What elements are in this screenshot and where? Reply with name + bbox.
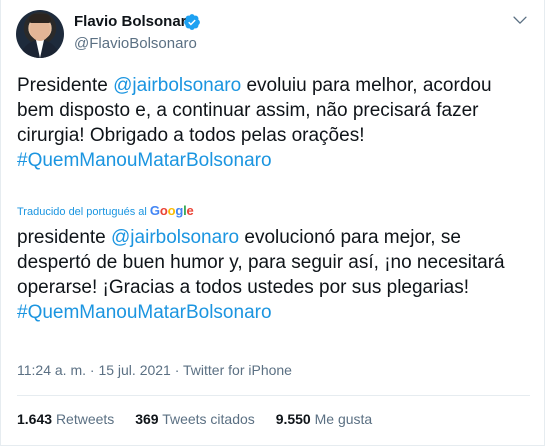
retweets-count: 1.643 xyxy=(17,411,53,427)
translated-text: presidente @jairbolsonaro evolucionó par… xyxy=(17,225,532,325)
author-handle[interactable]: @FlavioBolsonaro xyxy=(74,35,197,52)
retweets-label: Retweets xyxy=(55,411,115,427)
likes-stat[interactable]: 9.550 Me gusta xyxy=(276,411,373,427)
quotes-label: Tweets citados xyxy=(162,411,255,427)
translated-mention-link[interactable]: @jairbolsonaro xyxy=(111,227,239,248)
translated-hashtag-link[interactable]: #QuemManouMatarBolsonaro xyxy=(17,300,532,325)
tweet-text: Presidente @jairbolsonaro evoluiu para m… xyxy=(17,73,532,173)
divider xyxy=(17,395,530,396)
google-logo: Google xyxy=(149,203,194,218)
tweet-text-start: Presidente xyxy=(17,75,114,96)
quotes-count: 369 xyxy=(135,411,159,427)
author-name[interactable]: Flavio Bolsonaro xyxy=(74,13,196,30)
likes-label: Me gusta xyxy=(314,411,373,427)
tweet-stats: 1.643 Retweets 369 Tweets citados 9.550 … xyxy=(17,411,389,427)
translation-label: Traducido del portugués al xyxy=(17,206,147,218)
tweet-card: Flavio Bolsonaro @FlavioBolsonaro Presid… xyxy=(0,0,545,446)
avatar[interactable] xyxy=(16,10,64,58)
translation-attribution[interactable]: Traducido del portugués al Google xyxy=(17,203,194,218)
verified-badge-icon xyxy=(184,14,200,30)
tweet-timestamp[interactable]: 11:24 a. m. · 15 jul. 2021 · Twitter for… xyxy=(17,362,292,378)
quotes-stat[interactable]: 369 Tweets citados xyxy=(135,411,255,427)
retweets-stat[interactable]: 1.643 Retweets xyxy=(17,411,114,427)
hashtag-link[interactable]: #QuemManouMatarBolsonaro xyxy=(17,148,532,173)
likes-count: 9.550 xyxy=(275,411,311,427)
avatar-hair xyxy=(29,14,51,23)
translated-text-start: presidente xyxy=(17,227,112,248)
chevron-down-icon[interactable] xyxy=(510,10,530,30)
mention-link[interactable]: @jairbolsonaro xyxy=(113,75,241,96)
